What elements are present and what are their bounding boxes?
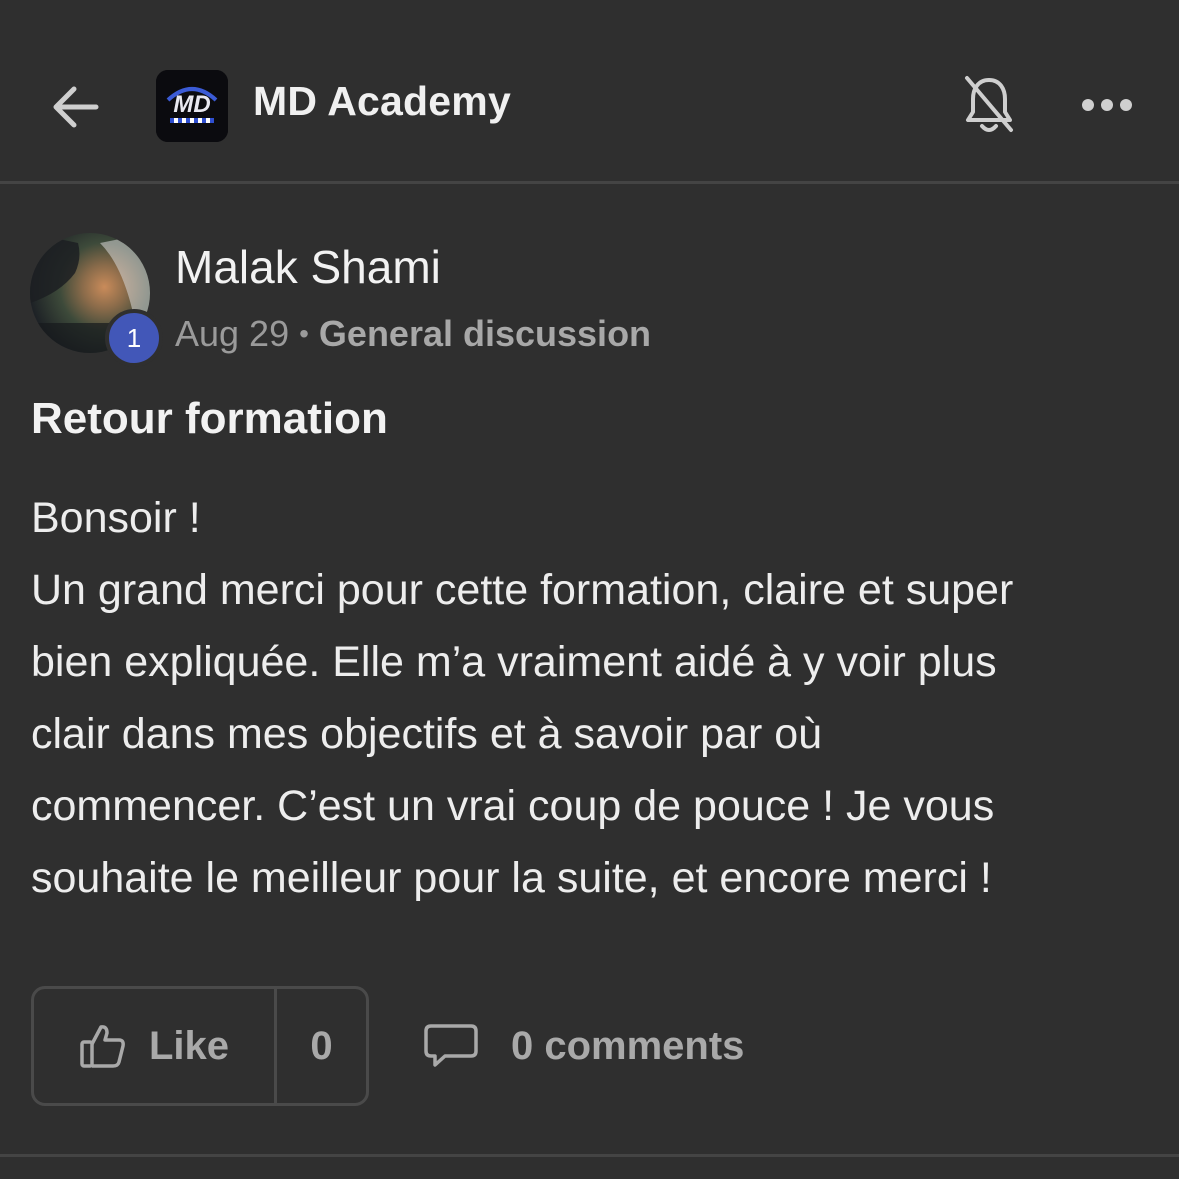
- post-meta: Aug 29 • General discussion: [175, 313, 651, 355]
- thumbs-up-icon: [80, 1025, 125, 1068]
- more-horizontal-icon: [1082, 99, 1132, 111]
- like-label: Like: [148, 1023, 230, 1068]
- level-badge: 1: [105, 309, 163, 367]
- group-title[interactable]: MD Academy: [253, 78, 511, 125]
- like-button[interactable]: Like: [34, 989, 277, 1103]
- like-control: Like 0: [31, 986, 369, 1106]
- bell-off-icon: [965, 76, 1013, 132]
- back-button[interactable]: [40, 72, 110, 142]
- post-category[interactable]: General discussion: [319, 313, 651, 355]
- body-line: bien expliquée. Elle m’a vraiment aidé à…: [31, 638, 997, 686]
- group-logo[interactable]: MD: [156, 70, 228, 142]
- like-count[interactable]: 0: [277, 989, 366, 1103]
- arrow-left-icon: [53, 86, 99, 128]
- body-line: clair dans mes objectifs et à savoir par…: [31, 710, 823, 758]
- post-body: Bonsoir ! Un grand merci pour cette form…: [31, 482, 1161, 914]
- author-name[interactable]: Malak Shami: [175, 240, 441, 294]
- comment-bubble-icon: [424, 1024, 478, 1067]
- post-title: Retour formation: [31, 394, 388, 443]
- svg-text:MD: MD: [173, 91, 210, 118]
- body-line: commencer. C’est un vrai coup de pouce !…: [31, 782, 995, 830]
- meta-separator: •: [299, 318, 309, 349]
- post-date: Aug 29: [175, 313, 290, 354]
- bottom-divider: [0, 1154, 1179, 1157]
- comments-button[interactable]: 0 comments: [423, 1010, 744, 1082]
- body-line: Bonsoir !: [31, 494, 201, 542]
- more-options-button[interactable]: [1074, 80, 1140, 130]
- body-line: Un grand merci pour cette formation, cla…: [31, 566, 1014, 614]
- comments-count-label: 0 comments: [511, 1023, 745, 1068]
- body-line: souhaite le meilleur pour la suite, et e…: [31, 854, 992, 902]
- notifications-button[interactable]: [958, 70, 1020, 140]
- top-bar: MD MD Academy: [0, 0, 1179, 184]
- md-logo-icon: MD: [156, 70, 228, 142]
